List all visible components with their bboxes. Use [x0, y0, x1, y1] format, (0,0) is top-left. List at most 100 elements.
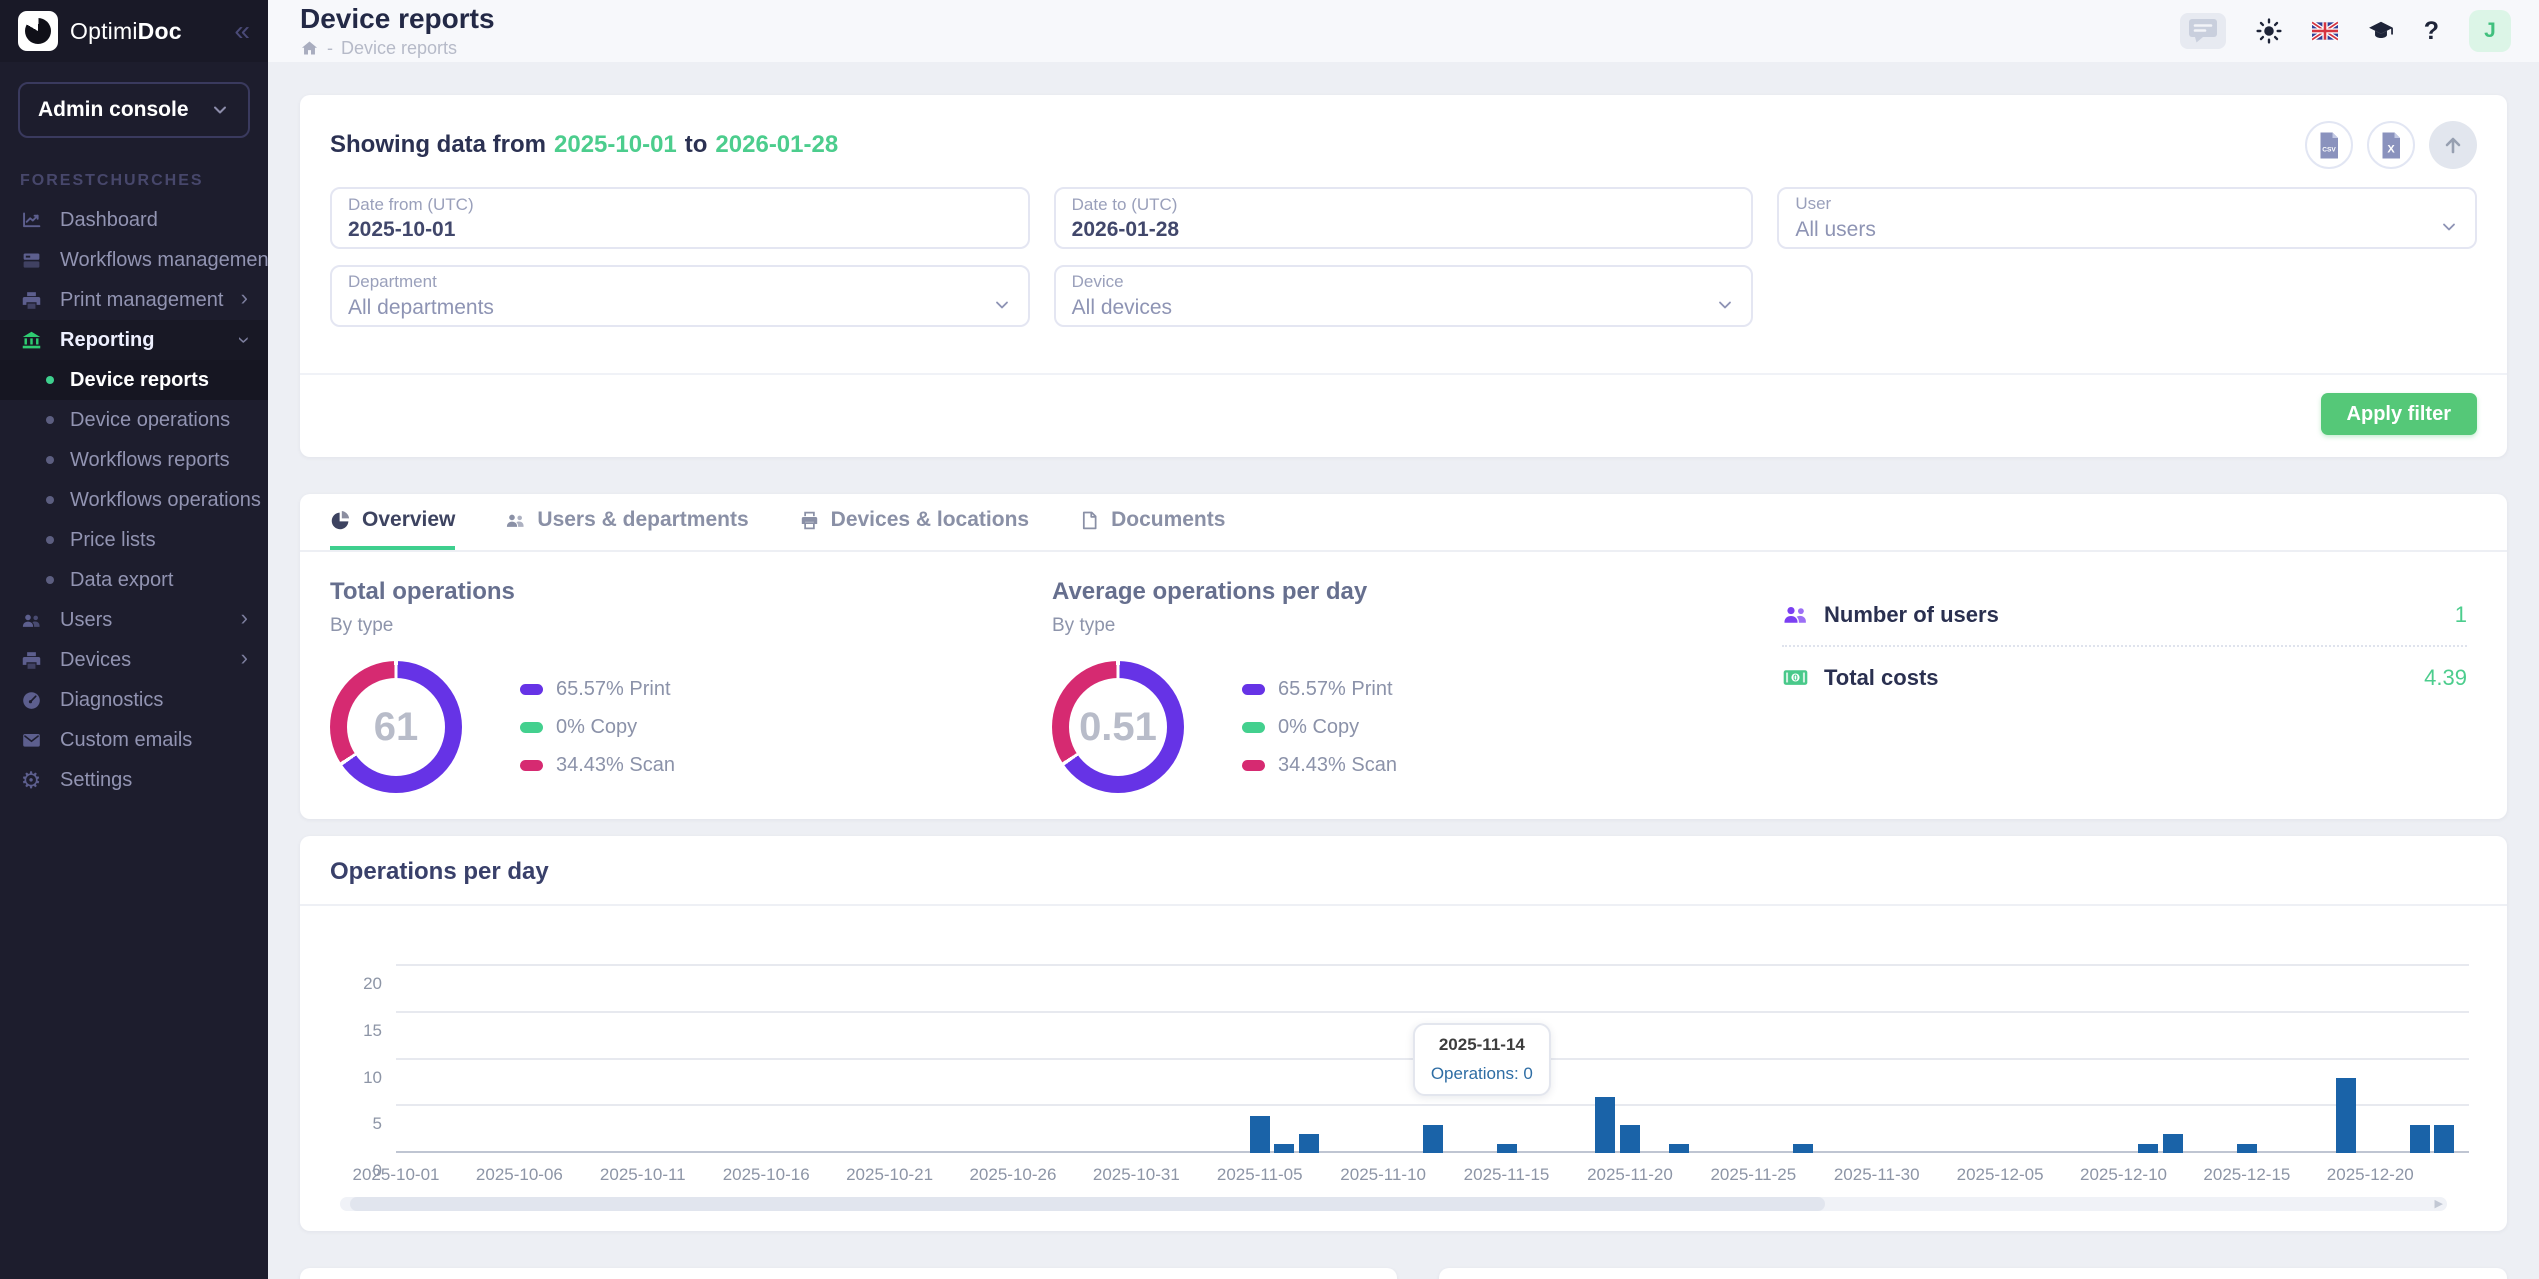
sidebar-item-label: Print management — [60, 289, 223, 312]
sidebar-item-print-management[interactable]: Print management› — [0, 280, 268, 320]
sidebar-item-label: Settings — [60, 769, 132, 792]
sidebar-item-label: Users — [60, 609, 112, 632]
sidebar-item-workflows-management[interactable]: Workflows management› — [0, 240, 268, 280]
sidebar-subitem-label: Price lists — [70, 529, 156, 552]
scroll-right-arrow-icon[interactable]: ▶ — [2435, 1197, 2443, 1211]
field-date-from-utc[interactable]: Date from (UTC) 2025-10-01 — [330, 187, 1030, 249]
document-icon — [1079, 510, 1100, 531]
sidebar-subitem-label: Data export — [70, 569, 173, 592]
bar-2025-11-19[interactable] — [1595, 1097, 1615, 1153]
field-department[interactable]: Department All departments — [330, 265, 1030, 327]
donut-legend: 65.57% Print 0% Copy 34.43% Scan — [1242, 678, 1397, 777]
apply-filter-button[interactable]: Apply filter — [2321, 393, 2477, 435]
donut-title: Total operations — [330, 578, 1052, 606]
bar-2025-12-23[interactable] — [2434, 1125, 2454, 1153]
emails-icon — [20, 729, 42, 751]
stat-label: Number of users — [1824, 602, 1999, 628]
sidebar-subitem-price-lists[interactable]: Price lists — [0, 520, 268, 560]
date-to-value: 2026-01-28 — [715, 131, 838, 158]
sidebar-item-dashboard[interactable]: Dashboard — [0, 200, 268, 240]
donut-chart[interactable]: 61 — [330, 661, 462, 793]
bar-2025-11-15[interactable] — [1497, 1144, 1517, 1153]
sidebar-item-label: Workflows management — [60, 249, 268, 272]
chevron-right-icon: › — [241, 607, 248, 629]
sidebar-subitem-device-reports[interactable]: Device reports — [0, 360, 268, 400]
sidebar-subitem-workflows-operations[interactable]: Workflows operations — [0, 480, 268, 520]
bar-2025-12-22[interactable] — [2410, 1125, 2430, 1153]
bar-chart-plot: 051015202025-10-012025-10-062025-10-1120… — [396, 966, 2469, 1153]
y-axis-tick-label: 15 — [363, 1021, 382, 1041]
tab-label: Devices & locations — [831, 508, 1029, 532]
field-value: 2026-01-28 — [1072, 218, 1179, 242]
collapse-panel-button[interactable] — [2429, 121, 2477, 169]
sidebar-subitem-device-operations[interactable]: Device operations — [0, 400, 268, 440]
bar-2025-11-06[interactable] — [1274, 1144, 1294, 1153]
y-axis-tick-label: 5 — [373, 1114, 382, 1134]
field-user[interactable]: User All users — [1777, 187, 2477, 249]
legend-item-copy: 0% Copy — [1242, 716, 1397, 739]
legend-color-swatch — [1242, 684, 1265, 695]
donut-block-average-operations-per-day: Average operations per day By type 0.51 … — [1052, 578, 1774, 793]
sidebar-item-users[interactable]: Users › — [0, 600, 268, 640]
pie-icon — [330, 510, 351, 531]
bar-2025-11-07[interactable] — [1299, 1134, 1319, 1153]
chart-tooltip: 2025-11-14 Operations: 0 — [1413, 1023, 1551, 1096]
export-csv-button[interactable]: CSV — [2305, 121, 2353, 169]
chevron-down-icon — [1715, 295, 1735, 320]
feedback-chat-icon[interactable] — [2180, 13, 2226, 49]
console-selector[interactable]: Admin console — [18, 82, 250, 138]
bar-2025-11-12[interactable] — [1423, 1125, 1443, 1153]
tab-users-departments[interactable]: Users & departments — [505, 494, 748, 550]
x-axis-tick-label: 2025-11-20 — [1587, 1165, 1673, 1185]
export-excel-button[interactable]: X — [2367, 121, 2415, 169]
field-device[interactable]: Device All devices — [1054, 265, 1754, 327]
bar-2025-12-11[interactable] — [2138, 1144, 2158, 1153]
tooltip-date: 2025-11-14 — [1431, 1035, 1533, 1055]
donut-chart[interactable]: 0.51 — [1052, 661, 1184, 793]
bar-2025-11-22[interactable] — [1669, 1144, 1689, 1153]
sidebar-collapse-icon[interactable]: « — [234, 17, 250, 45]
x-axis-tick-label: 2025-11-05 — [1217, 1165, 1303, 1185]
tab-documents[interactable]: Documents — [1079, 494, 1225, 550]
sidebar-item-diagnostics[interactable]: Diagnostics — [0, 680, 268, 720]
sidebar-item-devices[interactable]: Devices › — [0, 640, 268, 680]
chevron-down-icon: › — [233, 336, 255, 343]
field-label: Date from (UTC) — [348, 195, 1012, 215]
svg-text:X: X — [2387, 143, 2395, 155]
legend-color-swatch — [520, 722, 543, 733]
workflows-icon — [20, 249, 42, 271]
sidebar-subitem-workflows-reports[interactable]: Workflows reports — [0, 440, 268, 480]
field-value: All departments — [348, 296, 494, 320]
tab-devices-locations[interactable]: Devices & locations — [799, 494, 1029, 550]
tutorial-graduation-cap-icon[interactable] — [2368, 18, 2394, 44]
sidebar-item-label: Custom emails — [60, 729, 192, 752]
settings-icon: ⚙ — [20, 769, 42, 791]
sidebar-item-custom-emails[interactable]: Custom emails — [0, 720, 268, 760]
home-icon[interactable] — [300, 39, 319, 58]
tooltip-value: Operations: 0 — [1431, 1064, 1533, 1084]
donut-subtitle: By type — [330, 615, 1052, 637]
sidebar-item-reporting[interactable]: Reporting› — [0, 320, 268, 360]
chart-scrollbar-thumb[interactable] — [350, 1197, 1825, 1211]
bullet-icon — [46, 496, 54, 504]
sidebar-subitem-data-export[interactable]: Data export — [0, 560, 268, 600]
sidebar-logo-row: OptimiDoc « — [0, 0, 268, 62]
user-avatar[interactable]: J — [2469, 10, 2511, 52]
bar-2025-12-19[interactable] — [2336, 1078, 2356, 1153]
donut-legend: 65.57% Print 0% Copy 34.43% Scan — [520, 678, 675, 777]
bar-2025-11-05[interactable] — [1250, 1116, 1270, 1153]
tab-overview[interactable]: Overview — [330, 494, 455, 550]
chevron-right-icon: › — [241, 647, 248, 669]
chart-scrollbar[interactable]: ▶ — [340, 1197, 2447, 1211]
bar-2025-11-27[interactable] — [1793, 1144, 1813, 1153]
bar-2025-11-20[interactable] — [1620, 1125, 1640, 1153]
bar-2025-12-12[interactable] — [2163, 1134, 2183, 1153]
field-date-to-utc[interactable]: Date to (UTC) 2026-01-28 — [1054, 187, 1754, 249]
breadcrumb: - Device reports — [300, 38, 495, 59]
bar-2025-12-15[interactable] — [2237, 1144, 2257, 1153]
language-flag-icon[interactable] — [2312, 18, 2338, 44]
sidebar-item-label: Devices — [60, 649, 131, 672]
help-icon[interactable]: ? — [2424, 17, 2439, 46]
sidebar-item-settings[interactable]: ⚙ Settings — [0, 760, 268, 800]
theme-toggle-sun-icon[interactable] — [2256, 18, 2282, 44]
